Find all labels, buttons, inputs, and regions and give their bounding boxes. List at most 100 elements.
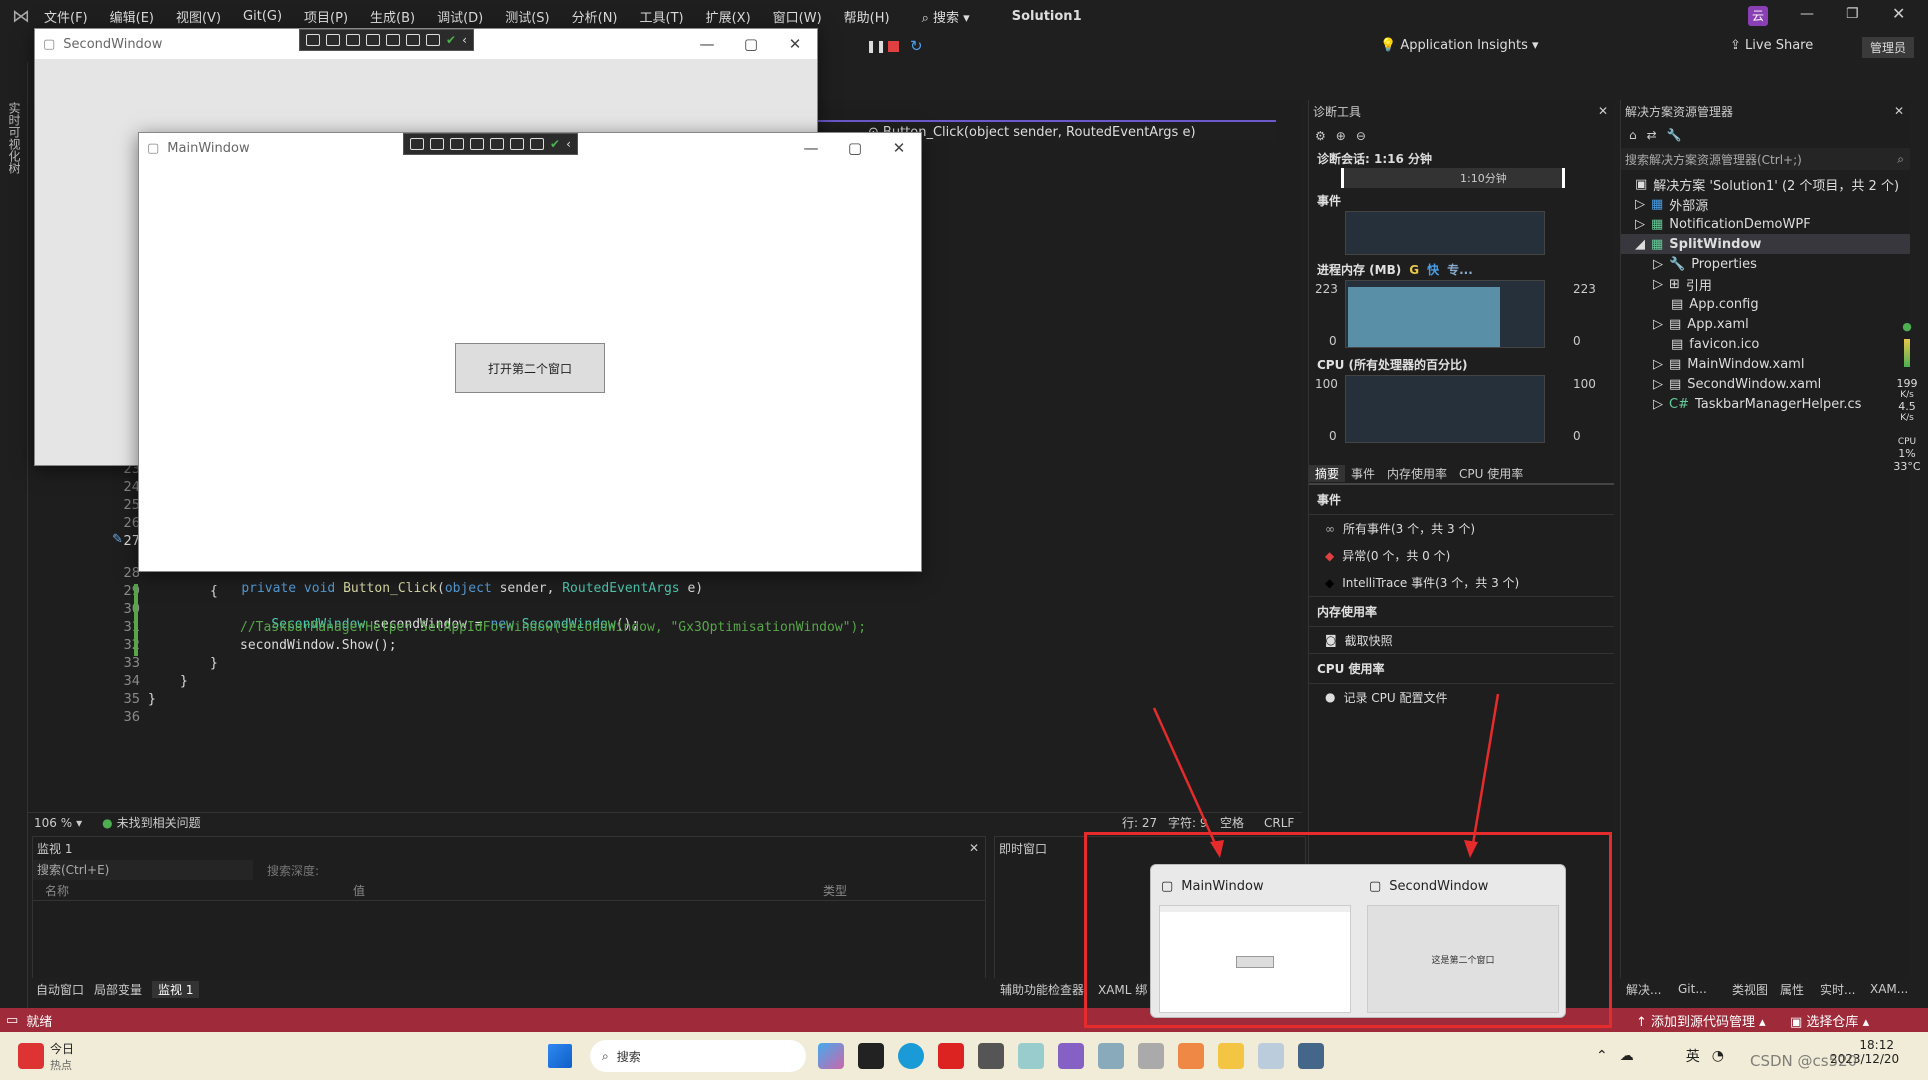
minimize-icon[interactable]: — [1800,6,1814,22]
tree-item[interactable]: ◢ ▦ SplitWindow [1621,234,1910,254]
zoom-level[interactable]: 106 % [34,816,72,830]
close-icon[interactable]: ✕ [1892,4,1905,23]
toolbar-icon[interactable] [490,138,504,150]
main-window[interactable]: ▢ MainWindow — ▢ ✕ ✔ ‹ 打开第二个窗口 [138,132,922,572]
maximize-icon[interactable]: ▢ [833,139,877,157]
collapse-icon[interactable]: ‹ [566,137,571,151]
close-icon[interactable]: ✕ [877,139,921,157]
tree-item[interactable]: ▤ favicon.ico [1621,334,1910,354]
toolbar-icon[interactable] [346,34,360,46]
tab-cpu[interactable]: CPU 使用率 [1453,465,1529,482]
tree-item[interactable]: ▷ ▦ 外部源 [1621,194,1910,214]
tab-solution[interactable]: 解决... [1626,981,1661,998]
tree-item[interactable]: ▷ ▤ MainWindow.xaml [1621,354,1910,374]
minimize-icon[interactable]: — [685,35,729,53]
tree-item[interactable]: ▷ ▦ NotificationDemoWPF [1621,214,1910,234]
take-snapshot-button[interactable]: ◙ 截取快照 [1309,627,1614,653]
open-second-window-button[interactable]: 打开第二个窗口 [455,343,605,393]
sol-close-icon[interactable]: ✕ [1894,104,1904,118]
minimize-icon[interactable]: — [789,139,833,157]
toolbar-icon[interactable] [326,34,340,46]
menu-build[interactable]: 生成(B) [370,7,415,26]
app-icon[interactable] [1178,1043,1204,1069]
news-widget[interactable]: 今日 热点 [18,1040,74,1073]
user-avatar[interactable]: 云 [1748,6,1768,26]
menu-extensions[interactable]: 扩展(X) [706,7,751,26]
tree-item[interactable]: ▤ App.config [1621,294,1910,314]
terminal-icon[interactable] [858,1043,884,1069]
tab-class-view[interactable]: 类视图 [1732,981,1768,998]
wrench-icon[interactable]: 🔧 [1667,128,1682,142]
settings-icon[interactable]: ⚙ [1315,129,1326,143]
diag-close-icon[interactable]: ✕ [1598,104,1608,118]
tree-item[interactable]: ▷ ▤ SecondWindow.xaml [1621,374,1910,394]
tree-item[interactable]: ▷ C# TaskbarManagerHelper.cs [1621,394,1910,414]
tree-solution[interactable]: ▣ 解决方案 'Solution1' (2 个项目，共 2 个) [1621,174,1910,194]
zoom-out-icon[interactable]: ⊖ [1356,129,1366,143]
add-source-control[interactable]: ↑ 添加到源代码管理 ▴ [1636,1011,1766,1030]
global-search[interactable]: ⌕ 搜索 ▾ [922,7,970,26]
tree-item[interactable]: ▷ ▤ App.xaml [1621,314,1910,334]
menu-git[interactable]: Git(G) [243,9,282,24]
menu-edit[interactable]: 编辑(E) [110,7,154,26]
menu-view[interactable]: 视图(V) [176,7,221,26]
toolbar-icon[interactable] [426,34,440,46]
toolbar-icon[interactable] [450,138,464,150]
watch-close-icon[interactable]: ✕ [969,841,979,855]
tree-item[interactable]: ▷ 🔧 Properties [1621,254,1910,274]
intellitrace-link[interactable]: ◆ IntelliTrace 事件(3 个，共 3 个) [1309,569,1614,596]
cloud-icon[interactable]: ☁ [1620,1048,1634,1064]
menu-file[interactable]: 文件(F) [44,7,88,26]
collapse-icon[interactable]: ‹ [462,33,467,47]
select-repo[interactable]: ▣ 选择仓库 ▴ [1790,1011,1869,1030]
toolbar-icon[interactable] [530,138,544,150]
app-icon[interactable] [1098,1043,1124,1069]
maximize-icon[interactable]: ▢ [729,35,773,53]
menu-test[interactable]: 测试(S) [505,7,549,26]
sol-search[interactable]: 搜索解决方案资源管理器(Ctrl+;) ⌕ [1621,148,1910,170]
restore-icon[interactable]: ❐ [1846,6,1859,22]
pause-icon[interactable]: ❚❚ [866,39,886,53]
chevron-up-icon[interactable]: ⌃ [1596,1048,1608,1064]
app-icon[interactable] [1138,1043,1164,1069]
menu-tools[interactable]: 工具(T) [640,7,684,26]
tab-properties[interactable]: 属性 [1780,981,1804,998]
restart-icon[interactable]: ↻ [910,37,923,55]
exceptions-link[interactable]: ◆ 异常(0 个，共 0 个) [1309,542,1614,569]
start-icon[interactable] [548,1044,572,1068]
close-icon[interactable]: ✕ [773,35,817,53]
app-icon[interactable] [938,1043,964,1069]
toolbar-icon[interactable] [366,34,380,46]
toolbar-icon[interactable] [430,138,444,150]
visual-studio-icon[interactable] [1058,1043,1084,1069]
copilot-icon[interactable] [818,1043,844,1069]
tab-autos[interactable]: 自动窗口 [36,981,84,998]
issues-status[interactable]: 未找到相关问题 [117,814,201,831]
tab-live[interactable]: 实时... [1820,981,1855,998]
live-visual-tree-tab[interactable]: 实时可视化树 [6,102,23,174]
stop-icon[interactable] [888,41,899,52]
home-icon[interactable]: ⌂ [1629,128,1637,142]
live-share-button[interactable]: ⇪ Live Share [1730,38,1813,53]
check-icon[interactable]: ✔ [550,137,560,151]
tab-accessibility[interactable]: 辅助功能检查器 [1000,981,1084,998]
edge-icon[interactable] [898,1043,924,1069]
app-icon[interactable] [978,1043,1004,1069]
tab-git[interactable]: Git... [1678,982,1707,996]
app-insights[interactable]: 💡 Application Insights ▾ [1380,38,1539,53]
sync-icon[interactable]: ⇄ [1647,128,1657,142]
all-events-link[interactable]: ∞ 所有事件(3 个，共 3 个) [1309,515,1614,542]
toolbar-icon[interactable] [510,138,524,150]
check-icon[interactable]: ✔ [446,33,456,47]
watch-search[interactable]: 搜索(Ctrl+E) [33,860,253,880]
zoom-in-icon[interactable]: ⊕ [1336,129,1346,143]
menu-window[interactable]: 窗口(W) [773,7,822,26]
tree-item[interactable]: ▷ ⊞ 引用 [1621,274,1910,294]
menu-help[interactable]: 帮助(H) [844,7,890,26]
wifi-icon[interactable]: ◔ [1712,1048,1724,1064]
app-icon[interactable] [1258,1043,1284,1069]
menu-debug[interactable]: 调试(D) [437,7,483,26]
app-icon[interactable] [1018,1043,1044,1069]
menu-project[interactable]: 项目(P) [304,7,348,26]
toolbar-icon[interactable] [386,34,400,46]
